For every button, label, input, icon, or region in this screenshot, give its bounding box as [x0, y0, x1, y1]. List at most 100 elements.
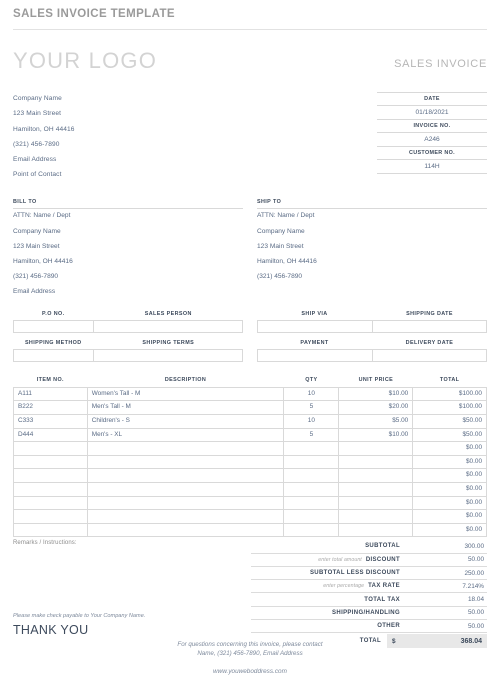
cell-description[interactable] [86, 468, 285, 483]
cell-item-no[interactable]: C333 [13, 413, 88, 429]
cell-item-no[interactable] [13, 441, 88, 456]
cell-unit-price[interactable] [338, 468, 414, 483]
cell-item-no[interactable]: B222 [13, 400, 88, 415]
shipping-date-input[interactable] [373, 321, 487, 333]
payment-input[interactable] [258, 350, 373, 362]
po-no-input[interactable] [14, 321, 95, 333]
column-header-item-no: ITEM NO. [36, 377, 64, 384]
ship-to-line: (321) 456-7890 [257, 273, 303, 281]
cell-unit-price[interactable] [338, 441, 414, 456]
cell-description[interactable]: Women's Tall - M [86, 386, 285, 402]
cell-description[interactable] [86, 454, 285, 470]
table-row[interactable]: $0.00 [13, 509, 487, 524]
cell-qty[interactable]: 10 [283, 413, 340, 429]
cell-description[interactable] [86, 495, 285, 511]
cell-item-no[interactable]: D444 [13, 427, 88, 443]
cell-item-no[interactable] [13, 481, 88, 497]
cell-description[interactable] [86, 481, 285, 497]
shipping-terms-input[interactable] [94, 350, 243, 362]
ship-via-input[interactable] [258, 321, 373, 333]
cell-unit-price[interactable] [338, 495, 414, 511]
cell-item-no[interactable] [13, 495, 88, 511]
company-line: 123 Main Street [13, 110, 62, 118]
meta-value-invoice-no[interactable]: A246 [377, 133, 487, 147]
cell-qty[interactable] [283, 495, 340, 511]
meta-value-date[interactable]: 01/18/2021 [377, 106, 487, 120]
totals-value-tax-rate[interactable]: 7.214% [406, 583, 487, 590]
table-row[interactable]: $0.00 [13, 481, 487, 497]
table-row[interactable]: $0.00 [13, 454, 487, 470]
company-line: Point of Contact [13, 171, 62, 179]
cell-qty[interactable] [283, 522, 340, 538]
totals-label-shipping-handling: SHIPPING/HANDLING [332, 609, 400, 616]
company-line: Hamilton, OH 44416 [13, 125, 75, 133]
cell-item-no[interactable] [13, 468, 88, 483]
cell-description[interactable]: Men's - XL [86, 427, 285, 443]
cell-item-no[interactable] [13, 522, 88, 538]
ship-to-block: SHIP TO ATTN: Name / Dept Company Name 1… [257, 199, 487, 300]
sales-person-input[interactable] [94, 321, 243, 333]
cell-description[interactable] [86, 522, 285, 538]
table-row[interactable]: B222 Men's Tall - M 5 $20.00 $100.00 [13, 400, 487, 415]
cell-total: $0.00 [412, 509, 487, 524]
cell-total: $100.00 [412, 400, 487, 415]
invoice-footer: For questions concerning this invoice, p… [0, 640, 500, 675]
totals-row-tax-rate: enter percentage TAX RATE 7.214% [251, 580, 487, 594]
totals-block: SUBTOTAL 300.00 enter total amount DISCO… [251, 540, 487, 649]
totals-value-shipping-handling[interactable]: 50.00 [406, 609, 487, 616]
cell-description[interactable] [86, 441, 285, 456]
cell-description[interactable] [86, 509, 285, 524]
company-logo: YOUR LOGO [13, 48, 158, 73]
column-header-qty: QTY [305, 377, 318, 384]
table-row[interactable]: $0.00 [13, 441, 487, 456]
bill-to-line: (321) 456-7890 [13, 273, 59, 281]
meta-label-date: DATE [377, 92, 487, 106]
cell-unit-price[interactable] [338, 481, 414, 497]
footer-contact-line-1: For questions concerning this invoice, p… [177, 640, 323, 648]
table-row[interactable]: D444 Men's - XL 5 $10.00 $50.00 [13, 427, 487, 443]
table-row[interactable]: $0.00 [13, 522, 487, 538]
table-row[interactable]: $0.00 [13, 468, 487, 483]
cell-total: $100.00 [412, 386, 487, 402]
thank-you-text: THANK YOU [13, 623, 89, 638]
totals-label-tax-rate: TAX RATE [368, 583, 400, 590]
cell-qty[interactable]: 5 [283, 427, 340, 443]
delivery-date-label: DELIVERY DATE [405, 340, 454, 347]
totals-value-total-tax: 18.04 [468, 596, 484, 604]
cell-qty[interactable]: 10 [283, 386, 340, 402]
cell-unit-price[interactable]: $5.00 [338, 413, 414, 429]
cell-qty[interactable] [283, 509, 340, 524]
cell-unit-price[interactable] [338, 522, 414, 538]
table-row[interactable]: C333 Children's - S 10 $5.00 $50.00 [13, 413, 487, 429]
cell-unit-price[interactable]: $10.00 [338, 386, 414, 402]
table-row[interactable]: A111 Women's Tall - M 10 $10.00 $100.00 [13, 386, 487, 402]
cell-description[interactable]: Men's Tall - M [86, 400, 285, 415]
totals-label-other: OTHER [377, 623, 400, 630]
cell-qty[interactable]: 5 [283, 400, 340, 415]
column-header-total: TOTAL [439, 377, 460, 384]
cell-qty[interactable] [283, 481, 340, 497]
cell-qty[interactable] [283, 454, 340, 470]
cell-unit-price[interactable] [338, 454, 414, 470]
cell-item-no[interactable]: A111 [13, 386, 88, 402]
totals-row-subtotal-less-discount: SUBTOTAL LESS DISCOUNT 250.00 [251, 567, 487, 581]
meta-value-customer-no[interactable]: 114H [377, 160, 487, 174]
shipping-terms-label: SHIPPING TERMS [142, 340, 195, 347]
cell-unit-price[interactable]: $10.00 [338, 427, 414, 443]
cell-total: $0.00 [412, 468, 487, 483]
cell-qty[interactable] [283, 441, 340, 456]
cell-qty[interactable] [283, 468, 340, 483]
footer-website-url[interactable]: www.youweboddress.com [0, 668, 500, 675]
table-row[interactable]: $0.00 [13, 495, 487, 511]
delivery-date-input[interactable] [373, 350, 487, 362]
cell-description[interactable]: Children's - S [86, 413, 285, 429]
meta-label-customer-no: CUSTOMER NO. [377, 147, 487, 160]
totals-value-discount[interactable]: 50.00 [406, 556, 487, 563]
cell-item-no[interactable] [13, 454, 88, 470]
cell-item-no[interactable] [13, 509, 88, 524]
cell-unit-price[interactable] [338, 509, 414, 524]
totals-label-total-tax: TOTAL TAX [364, 596, 400, 603]
totals-value-other[interactable]: 50.00 [406, 623, 487, 630]
cell-unit-price[interactable]: $20.00 [338, 400, 414, 415]
shipping-method-input[interactable] [14, 350, 95, 362]
